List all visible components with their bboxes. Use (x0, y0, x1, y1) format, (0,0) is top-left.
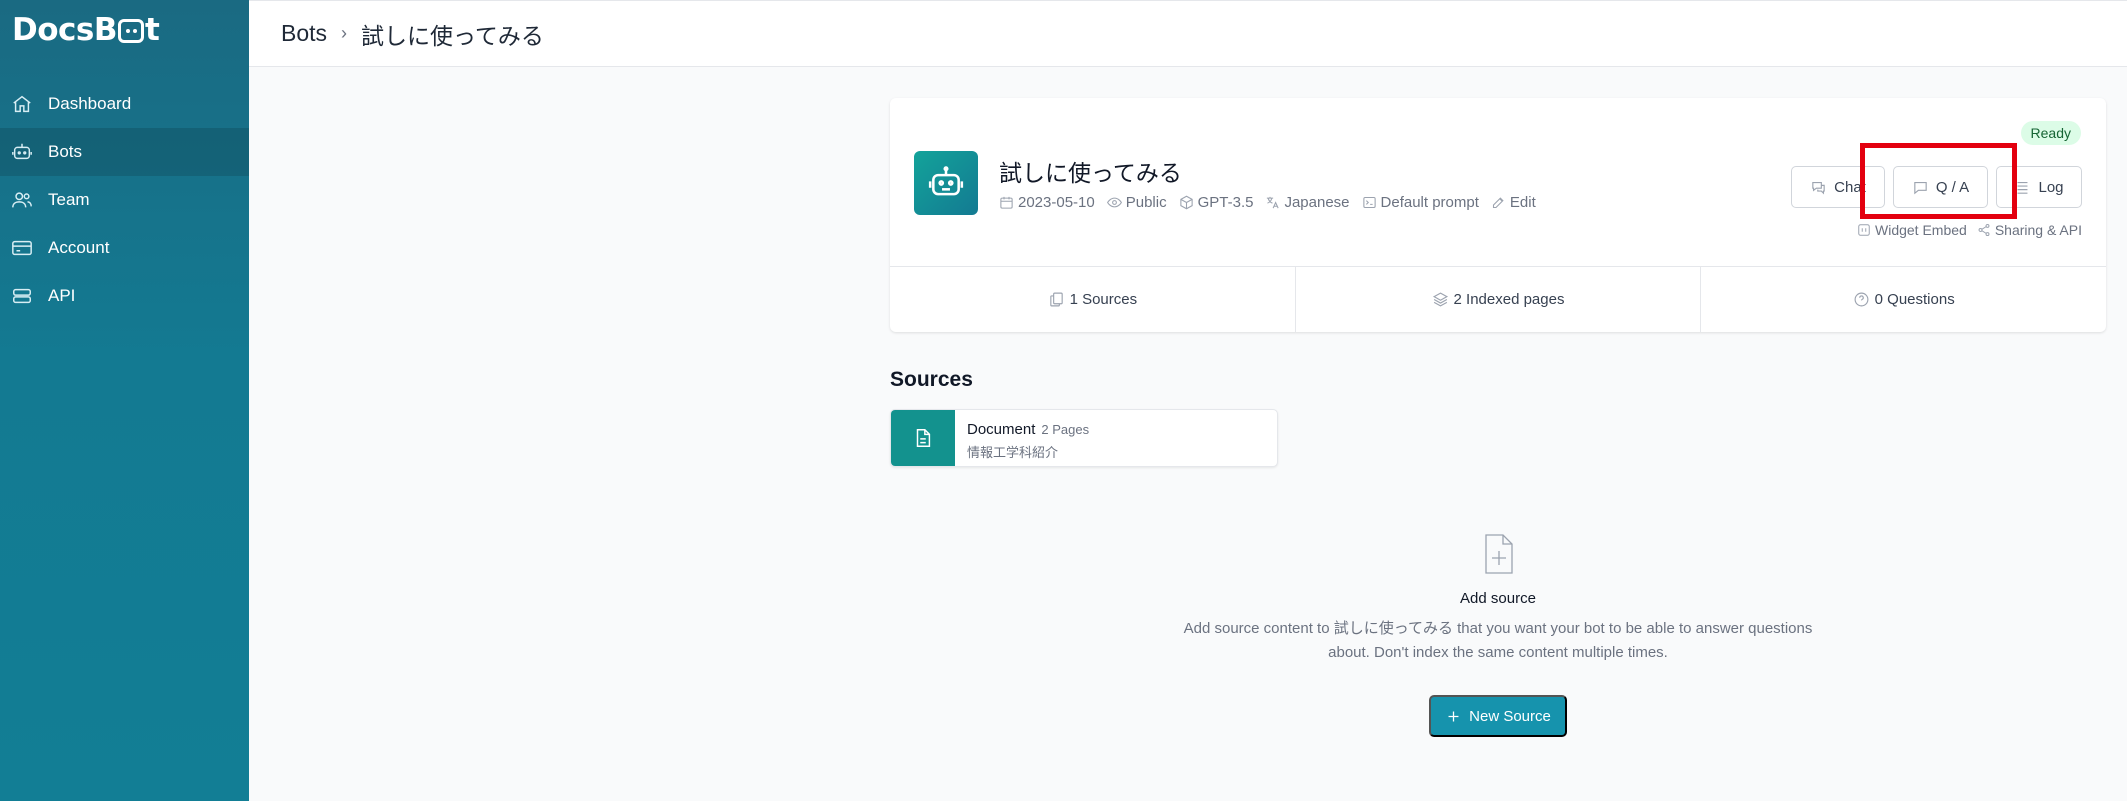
prompt-icon (1362, 196, 1376, 209)
bot-created-date: 2023-05-10 (999, 194, 1095, 211)
source-info: Document 2 Pages 情報工学科紹介 (955, 410, 1101, 466)
source-pages: 2 Pages (1041, 422, 1090, 437)
breadcrumb-bots-link[interactable]: Bots (281, 20, 327, 47)
pencil-icon (1492, 197, 1504, 209)
sidebar: Docs Bt Dashboard Bots Team Account API (0, 0, 249, 801)
sidebar-item-team[interactable]: Team (0, 176, 249, 224)
sidebar-item-label: Account (48, 238, 110, 257)
plus-icon (1448, 711, 1459, 721)
chat-bubbles-icon (1812, 181, 1825, 195)
sidebar-item-api[interactable]: API (0, 272, 249, 320)
bot-visibility: Public (1106, 194, 1167, 211)
add-source-empty-state: Add source Add source content to 試しに使ってみ… (1160, 530, 1836, 665)
new-source-button[interactable]: New Source (1429, 695, 1567, 737)
add-source-heading: Add source (1460, 590, 1536, 607)
sidebar-item-bots[interactable]: Bots (0, 128, 249, 176)
model-text: GPT-3.5 (1197, 194, 1254, 211)
new-source-label: New Source (1469, 707, 1551, 725)
home-icon (11, 93, 33, 115)
sidebar-item-label: Dashboard (48, 94, 132, 113)
source-type: Document 2 Pages (967, 421, 1089, 438)
bot-model: GPT-3.5 (1179, 194, 1254, 211)
docsbot-logo[interactable]: Docs Bt (12, 12, 160, 48)
robot-icon (928, 166, 964, 196)
bot-avatar (914, 151, 978, 215)
logo-text-b: B (93, 12, 118, 48)
qa-button[interactable]: Q / A (1893, 166, 1988, 208)
users-icon (11, 189, 33, 211)
widget-embed-link[interactable]: Widget Embed (1857, 222, 1967, 238)
chat-icon (1914, 181, 1927, 194)
bot-icon (11, 141, 33, 163)
stat-questions-text: 0 Questions (1874, 291, 1955, 308)
prompt-text: Default prompt (1380, 194, 1479, 211)
sidebar-item-dashboard[interactable]: Dashboard (0, 80, 249, 128)
sharing-api-link[interactable]: Sharing & API (1977, 222, 2082, 238)
question-circle-icon (1854, 292, 1869, 307)
sources-heading: Sources (890, 368, 973, 391)
bot-card: 試しに使ってみる 2023-05-10 Public GPT-3.5 Japan… (890, 98, 2106, 332)
sidebar-item-label: Team (48, 190, 90, 209)
robot-face-icon (118, 19, 144, 43)
translate-icon (1267, 196, 1280, 209)
widget-icon (1858, 224, 1870, 236)
chevron-right-icon: › (341, 23, 348, 43)
bot-action-buttons: Chat Q / A Log (1783, 166, 2082, 208)
source-type-text: Document (967, 421, 1036, 438)
add-source-description-line2: about. Don't index the same content mult… (1328, 644, 1668, 661)
log-button[interactable]: Log (1996, 166, 2082, 208)
status-badge: Ready (2020, 121, 2081, 145)
breadcrumb-current: 試しに使ってみる (361, 22, 544, 49)
stat-sources: 1 Sources (890, 267, 1295, 332)
document-plus-icon (1474, 530, 1522, 578)
sidebar-nav: Dashboard Bots Team Account API (0, 80, 249, 320)
bot-language: Japanese (1265, 194, 1350, 211)
add-source-description: Add source content to 試しに使ってみる that you … (1160, 617, 1836, 665)
bot-title: 試しに使ってみる (999, 160, 1182, 186)
stat-sources-text: 1 Sources (1069, 291, 1138, 308)
stat-pages-text: 2 Indexed pages (1453, 291, 1565, 308)
qa-button-label: Q / A (1935, 178, 1970, 196)
document-icon (891, 410, 955, 466)
source-item[interactable]: Document 2 Pages 情報工学科紹介 (890, 409, 1278, 467)
calendar-icon (1000, 196, 1013, 209)
bot-meta: 2023-05-10 Public GPT-3.5 Japanese Defau… (999, 194, 1548, 211)
stat-questions: 0 Questions (1700, 267, 2106, 332)
logo-text-docs: Docs (12, 12, 94, 48)
credit-card-icon (11, 237, 33, 259)
share-icon (1978, 223, 1990, 237)
sidebar-item-label: API (48, 286, 76, 305)
edit-text: Edit (1509, 194, 1536, 211)
visibility-text: Public (1125, 194, 1167, 211)
server-icon (11, 285, 33, 307)
edit-bot-link[interactable]: Edit (1491, 194, 1536, 211)
source-name: 情報工学科紹介 (967, 445, 1059, 460)
logo-text-t: t (145, 12, 160, 48)
chat-button[interactable]: Chat (1791, 166, 1885, 208)
eye-icon (1106, 197, 1122, 208)
breadcrumb: Bots › 試しに使ってみる (249, 1, 2127, 67)
layers-icon (1432, 292, 1448, 307)
date-text: 2023-05-10 (1018, 194, 1095, 211)
sharing-api-text: Sharing & API (1994, 222, 2082, 238)
log-button-label: Log (2038, 178, 2064, 196)
chat-button-label: Chat (1834, 178, 1866, 196)
documents-icon (1049, 292, 1063, 307)
list-icon (2018, 181, 2028, 194)
widget-embed-text: Widget Embed (1875, 222, 1967, 238)
sidebar-item-label: Bots (48, 142, 83, 161)
cube-icon (1179, 195, 1193, 210)
stat-indexed-pages: 2 Indexed pages (1294, 267, 1701, 332)
bot-prompt: Default prompt (1362, 194, 1479, 211)
add-source-description-line1: Add source content to 試しに使ってみる that you … (1183, 620, 1813, 637)
bot-stats: 1 Sources 2 Indexed pages 0 Questions (890, 266, 2106, 332)
bot-links: Widget Embed Sharing & API (1847, 222, 2082, 238)
sidebar-item-account[interactable]: Account (0, 224, 249, 272)
language-text: Japanese (1284, 194, 1350, 211)
